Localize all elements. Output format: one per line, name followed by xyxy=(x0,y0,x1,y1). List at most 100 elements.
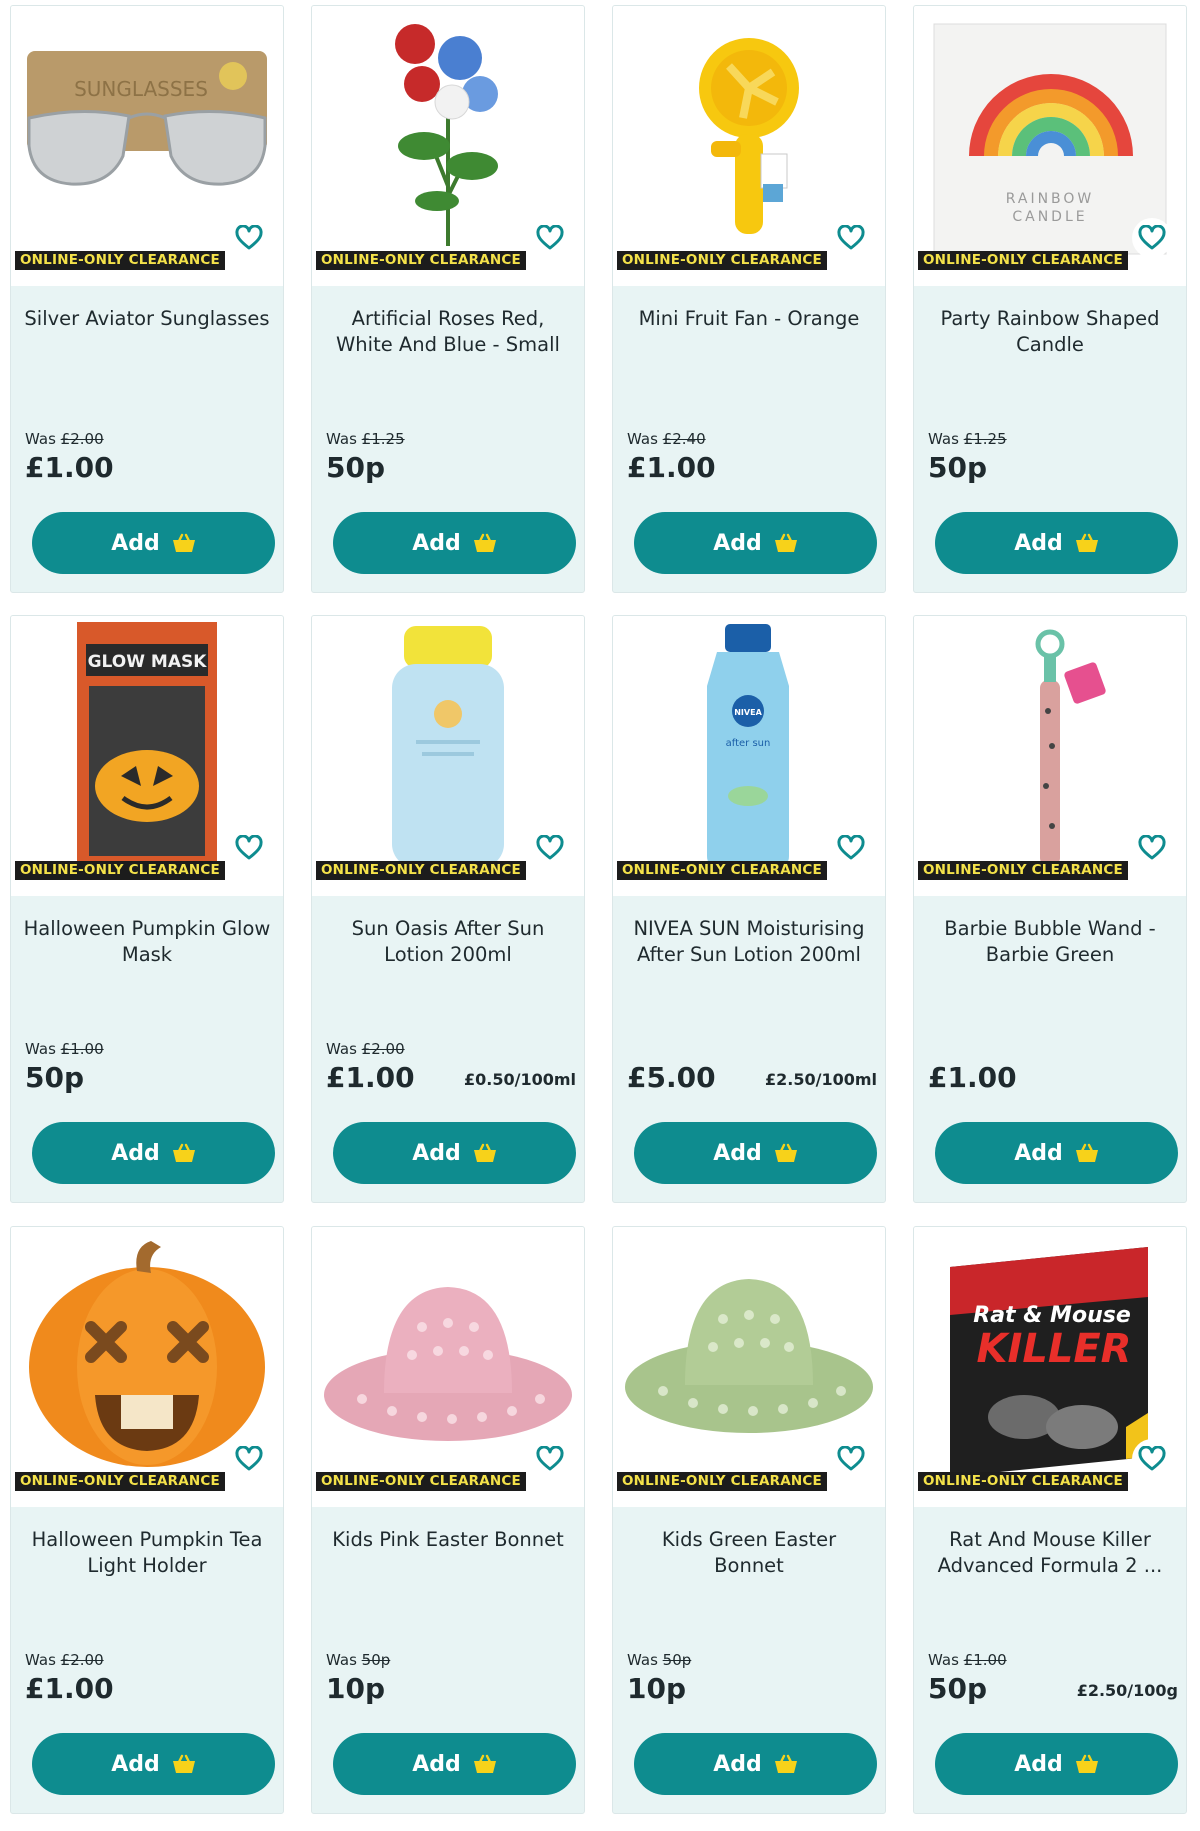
heart-icon xyxy=(536,1446,564,1471)
heart-icon xyxy=(837,225,865,250)
add-to-basket-button[interactable]: Add xyxy=(333,1122,576,1184)
clearance-badge: ONLINE-ONLY CLEARANCE xyxy=(316,251,526,270)
current-price: 50p xyxy=(25,1061,85,1094)
add-label: Add xyxy=(1014,1140,1063,1166)
basket-icon xyxy=(473,1143,496,1162)
product-card[interactable]: ONLINE-ONLY CLEARANCE Kids Green Easter … xyxy=(612,1226,886,1814)
favourite-button[interactable] xyxy=(831,828,871,868)
add-to-basket-button[interactable]: Add xyxy=(32,512,275,574)
add-to-basket-button[interactable]: Add xyxy=(935,1733,1178,1795)
heart-icon xyxy=(235,835,263,860)
product-card[interactable]: ONLINE-ONLY CLEARANCE Artificial Roses R… xyxy=(311,5,585,593)
favourite-button[interactable] xyxy=(530,1439,570,1479)
heart-icon xyxy=(837,1446,865,1471)
product-card[interactable]: RAINBOW CANDLE ONLINE-ONLY CLEARANCE Par… xyxy=(913,5,1187,593)
was-label: Was xyxy=(627,1651,658,1669)
favourite-button[interactable] xyxy=(1132,1439,1172,1479)
product-title[interactable]: Party Rainbow Shaped Candle xyxy=(926,306,1174,358)
clearance-badge: ONLINE-ONLY CLEARANCE xyxy=(617,1472,827,1491)
favourite-button[interactable] xyxy=(530,218,570,258)
product-title[interactable]: Rat And Mouse Killer Advanced Formula 2 … xyxy=(926,1527,1174,1579)
basket-icon xyxy=(774,1143,797,1162)
old-price: £2.40 xyxy=(662,430,706,448)
add-to-basket-button[interactable]: Add xyxy=(634,1733,877,1795)
add-to-basket-button[interactable]: Add xyxy=(935,1122,1178,1184)
add-label: Add xyxy=(1014,1751,1063,1777)
add-to-basket-button[interactable]: Add xyxy=(634,512,877,574)
favourite-button[interactable] xyxy=(831,218,871,258)
product-title[interactable]: Sun Oasis After Sun Lotion 200ml xyxy=(324,916,572,968)
clearance-badge: ONLINE-ONLY CLEARANCE xyxy=(617,251,827,270)
heart-icon xyxy=(837,835,865,860)
product-title[interactable]: NIVEA SUN Moisturising After Sun Lotion … xyxy=(625,916,873,968)
basket-icon xyxy=(774,533,797,552)
basket-icon xyxy=(172,533,195,552)
product-title[interactable]: Kids Pink Easter Bonnet xyxy=(324,1527,572,1553)
basket-icon xyxy=(774,1754,797,1773)
basket-icon xyxy=(1075,1143,1098,1162)
favourite-button[interactable] xyxy=(1132,218,1172,258)
product-card[interactable]: NIVEA after sun ONLINE-ONLY CLEARANCE NI… xyxy=(612,615,886,1203)
current-price: £1.00 xyxy=(627,451,716,484)
add-label: Add xyxy=(111,530,160,556)
product-title[interactable]: Silver Aviator Sunglasses xyxy=(23,306,271,332)
was-label: Was xyxy=(326,430,357,448)
product-card[interactable]: ONLINE-ONLY CLEARANCE Barbie Bubble Wand… xyxy=(913,615,1187,1203)
basket-icon xyxy=(172,1143,195,1162)
current-price: 10p xyxy=(627,1672,687,1705)
was-price: Was 50p xyxy=(627,1651,691,1669)
product-card[interactable]: ONLINE-ONLY CLEARANCE Mini Fruit Fan - O… xyxy=(612,5,886,593)
product-title[interactable]: Halloween Pumpkin Tea Light Holder xyxy=(23,1527,271,1579)
favourite-button[interactable] xyxy=(229,1439,269,1479)
add-label: Add xyxy=(713,1751,762,1777)
current-price: £1.00 xyxy=(25,1672,114,1705)
heart-icon xyxy=(1138,835,1166,860)
favourite-button[interactable] xyxy=(831,1439,871,1479)
svg-text:SUNGLASSES: SUNGLASSES xyxy=(74,77,208,101)
product-title[interactable]: Kids Green Easter Bonnet xyxy=(625,1527,873,1579)
favourite-button[interactable] xyxy=(530,828,570,868)
old-price: 50p xyxy=(662,1651,692,1669)
add-to-basket-button[interactable]: Add xyxy=(634,1122,877,1184)
old-price: £1.25 xyxy=(963,430,1007,448)
product-card[interactable]: Rat & Mouse KILLER ONLINE-ONLY CLEARANCE… xyxy=(913,1226,1187,1814)
was-label: Was xyxy=(627,430,658,448)
old-price: £1.25 xyxy=(361,430,405,448)
current-price: £1.00 xyxy=(928,1061,1017,1094)
current-price: £1.00 xyxy=(25,451,114,484)
favourite-button[interactable] xyxy=(229,828,269,868)
clearance-badge: ONLINE-ONLY CLEARANCE xyxy=(316,861,526,880)
product-card[interactable]: ONLINE-ONLY CLEARANCE Sun Oasis After Su… xyxy=(311,615,585,1203)
add-to-basket-button[interactable]: Add xyxy=(32,1122,275,1184)
clearance-badge: ONLINE-ONLY CLEARANCE xyxy=(918,251,1128,270)
product-title[interactable]: Halloween Pumpkin Glow Mask xyxy=(23,916,271,968)
clearance-badge: ONLINE-ONLY CLEARANCE xyxy=(918,861,1128,880)
add-to-basket-button[interactable]: Add xyxy=(935,512,1178,574)
product-title[interactable]: Mini Fruit Fan - Orange xyxy=(625,306,873,332)
unit-price: £0.50/100ml xyxy=(463,1070,576,1089)
product-card[interactable]: SUNGLASSES ONLINE-ONLY CLEARANCE Silver … xyxy=(10,5,284,593)
product-title[interactable]: Artificial Roses Red, White And Blue - S… xyxy=(324,306,572,358)
product-image-text: KILLER xyxy=(977,1326,1132,1372)
product-card[interactable]: ONLINE-ONLY CLEARANCE Halloween Pumpkin … xyxy=(10,1226,284,1814)
basket-icon xyxy=(473,1754,496,1773)
add-to-basket-button[interactable]: Add xyxy=(333,512,576,574)
favourite-button[interactable] xyxy=(1132,828,1172,868)
favourite-button[interactable] xyxy=(229,218,269,258)
old-price: £2.00 xyxy=(60,430,104,448)
add-to-basket-button[interactable]: Add xyxy=(333,1733,576,1795)
was-label: Was xyxy=(25,1651,56,1669)
was-price: Was £1.00 xyxy=(928,1651,1007,1669)
product-title[interactable]: Barbie Bubble Wand - Barbie Green xyxy=(926,916,1174,968)
product-image-text: GLOW MASK xyxy=(88,652,208,672)
current-price: 50p xyxy=(928,451,988,484)
was-price: Was £2.00 xyxy=(25,430,104,448)
unit-price: £2.50/100ml xyxy=(764,1070,877,1089)
add-label: Add xyxy=(412,530,461,556)
product-image-text: RAINBOW xyxy=(1006,191,1095,207)
product-card[interactable]: GLOW MASK ONLINE-ONLY CLEARANCE Hallowee… xyxy=(10,615,284,1203)
was-label: Was xyxy=(326,1651,357,1669)
add-label: Add xyxy=(713,530,762,556)
add-to-basket-button[interactable]: Add xyxy=(32,1733,275,1795)
product-card[interactable]: ONLINE-ONLY CLEARANCE Kids Pink Easter B… xyxy=(311,1226,585,1814)
